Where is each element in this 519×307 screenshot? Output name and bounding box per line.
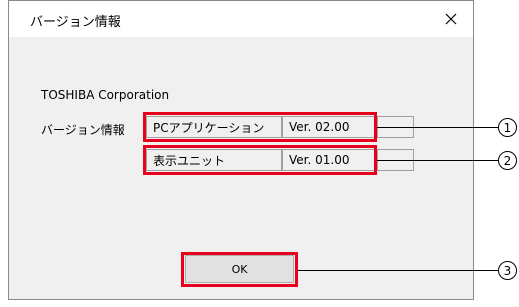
component-name: 表示ユニット (146, 149, 282, 171)
close-button[interactable] (429, 1, 473, 37)
component-version: Ver. 02.00 (282, 116, 377, 138)
callout-marker-2: 2 (498, 151, 517, 170)
dialog-title: バージョン情報 (30, 15, 121, 30)
version-row-display-unit: 表示ユニット Ver. 01.00 (146, 149, 414, 171)
close-icon (445, 13, 457, 25)
callout-number: 1 (503, 120, 512, 135)
callout-number: 2 (503, 153, 512, 168)
callout-marker-3: 3 (498, 261, 517, 280)
callout-marker-1: 1 (498, 118, 517, 137)
leader-line-1 (377, 127, 499, 128)
leader-line-3 (298, 270, 499, 271)
callout-number: 3 (503, 263, 512, 278)
title-bar: バージョン情報 (9, 1, 473, 37)
ok-button[interactable]: OK (185, 255, 294, 283)
version-row-pc-app: PCアプリケーション Ver. 02.00 (146, 116, 414, 138)
leader-line-2 (377, 160, 499, 161)
version-info-label: バージョン情報 (41, 123, 125, 137)
company-name: TOSHIBA Corporation (41, 88, 170, 102)
component-version: Ver. 01.00 (282, 149, 377, 171)
component-name: PCアプリケーション (146, 116, 282, 138)
